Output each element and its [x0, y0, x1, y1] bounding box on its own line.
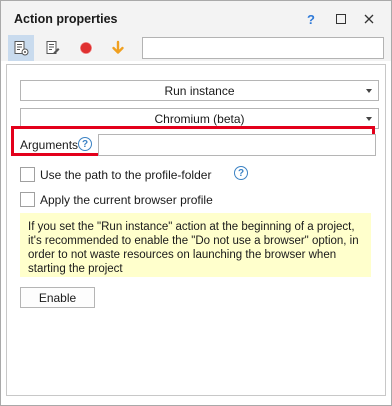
edit-tool-button[interactable]	[40, 35, 66, 61]
step-down-tool-button[interactable]	[105, 35, 131, 61]
arguments-help-icon[interactable]: ?	[78, 137, 92, 151]
chevron-down-icon	[366, 117, 372, 121]
profile-path-checkbox[interactable]	[20, 167, 35, 182]
info-note: If you set the "Run instance" action at …	[20, 213, 371, 277]
window-title: Action properties	[14, 12, 118, 26]
current-profile-label: Apply the current browser profile	[40, 193, 213, 207]
browser-select-value: Chromium (beta)	[154, 111, 245, 126]
record-icon	[79, 41, 93, 55]
title-bar: Action properties ?	[1, 1, 391, 35]
properties-tool-button[interactable]	[8, 35, 34, 61]
close-icon	[364, 14, 374, 24]
arguments-label: Arguments	[20, 138, 79, 152]
chevron-down-icon	[366, 89, 372, 93]
profile-path-label: Use the path to the profile-folder	[40, 168, 212, 182]
action-select[interactable]: Run instance	[20, 80, 379, 101]
profile-path-help-icon[interactable]: ?	[234, 166, 248, 180]
action-select-value: Run instance	[164, 83, 235, 98]
toolbar	[1, 35, 391, 61]
maximize-icon	[336, 14, 346, 24]
arrow-down-icon	[112, 40, 124, 54]
toolbar-search-input[interactable]	[142, 37, 384, 59]
properties-icon	[14, 41, 29, 56]
enable-button[interactable]: Enable	[20, 287, 95, 308]
arguments-input[interactable]	[98, 134, 376, 156]
action-properties-window: Action properties ? Run instance Chromiu…	[0, 0, 392, 406]
help-button[interactable]: ?	[297, 7, 325, 31]
maximize-button[interactable]	[327, 7, 355, 31]
record-tool-button[interactable]	[73, 35, 99, 61]
edit-icon	[46, 41, 60, 54]
current-profile-checkbox[interactable]	[20, 192, 35, 207]
close-button[interactable]	[355, 7, 383, 31]
